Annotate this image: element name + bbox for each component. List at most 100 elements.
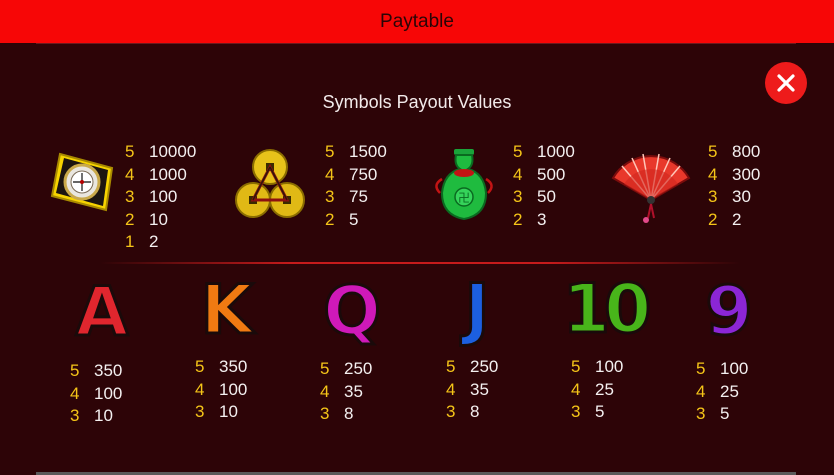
paytable-vase: 5 1000 4 500 3 50 23	[513, 141, 575, 231]
pay-count: 5	[325, 142, 335, 161]
pay-value: 350	[219, 357, 248, 376]
coins-icon	[234, 148, 306, 224]
paytable-title: Paytable	[380, 10, 454, 32]
pay-row: 22	[708, 209, 760, 232]
pay-row: 38	[320, 403, 372, 426]
pay-count: 5	[708, 142, 718, 161]
pay-count: 4	[696, 381, 706, 401]
pay-count: 2	[325, 209, 335, 229]
pay-value: 10	[94, 406, 113, 425]
pay-value: 100	[219, 379, 248, 399]
jack-icon: J	[463, 269, 491, 351]
pay-count: 3	[446, 402, 456, 421]
paytable-nine: 5 100 4 25 3 5	[696, 358, 748, 426]
pay-row: 4 500	[513, 164, 575, 187]
pay-row: 4 100	[195, 379, 247, 402]
pay-count: 4	[571, 379, 581, 399]
pay-row: 5 1000	[513, 141, 575, 164]
pay-count: 2	[513, 209, 523, 229]
pay-value: 5	[349, 209, 359, 229]
pay-count: 4	[125, 164, 135, 184]
pay-count: 5	[446, 357, 456, 376]
paytable-coins: 5 1500 4 750 3 75 25	[325, 141, 387, 231]
pay-count: 5	[125, 142, 135, 161]
pay-row: 5 100	[696, 358, 748, 381]
pay-count: 3	[70, 406, 80, 425]
paytable-ten: 5 100 4 25 35	[571, 356, 623, 424]
pay-value: 250	[344, 359, 373, 378]
pay-count: 3	[325, 187, 335, 206]
pay-count: 5	[195, 357, 205, 376]
pay-value: 350	[94, 361, 123, 380]
pay-value: 5	[595, 402, 605, 421]
paytable-king: 5 350 4 100 3 10	[195, 356, 247, 424]
pay-count: 3	[195, 402, 205, 421]
pay-value: 75	[349, 187, 368, 206]
pay-row: 5 10000	[125, 141, 196, 164]
pay-row: 5 250	[446, 356, 498, 379]
pay-row: 12	[125, 231, 196, 254]
pay-count: 5	[696, 359, 706, 378]
pay-value: 1000	[149, 164, 187, 184]
pay-count: 4	[513, 164, 523, 184]
pay-row: 4 35	[446, 379, 498, 402]
pay-count: 5	[320, 359, 330, 378]
pay-row: 5 250	[320, 358, 372, 381]
paytable-fan: 5 800 4 300 3 30 22	[708, 141, 760, 231]
king-icon: K	[199, 270, 255, 352]
pay-value: 1000	[537, 142, 575, 161]
pay-value: 2	[149, 232, 159, 251]
pay-value: 250	[470, 357, 499, 376]
pay-row: 4 1000	[125, 164, 196, 187]
pay-row: 23	[513, 209, 575, 232]
pay-value: 25	[595, 379, 614, 399]
pay-row: 4 35	[320, 381, 372, 404]
header-divider	[36, 43, 796, 44]
pay-row: 3 75	[325, 186, 387, 209]
pay-value: 3	[537, 209, 547, 229]
pay-count: 3	[696, 404, 706, 423]
pay-value: 8	[470, 402, 480, 421]
pay-row: 4 300	[708, 164, 760, 187]
pay-value: 10000	[149, 142, 197, 161]
pay-count: 4	[325, 164, 335, 184]
pay-value: 35	[344, 381, 363, 401]
pay-count: 3	[571, 402, 581, 421]
pay-row: 35	[571, 401, 623, 424]
pay-count: 1	[125, 232, 135, 251]
pay-row: 5 350	[195, 356, 247, 379]
section-divider	[100, 262, 740, 264]
ten-icon: 10	[561, 269, 653, 351]
compass-icon	[50, 146, 118, 214]
pay-value: 300	[732, 164, 761, 184]
paytable-ace: 5 350 4 100 3 10	[70, 360, 122, 428]
pay-count: 3	[320, 404, 330, 423]
pay-count: 3	[708, 187, 718, 206]
pay-count: 5	[571, 357, 581, 376]
pay-row: 5 800	[708, 141, 760, 164]
pay-value: 2	[732, 209, 742, 229]
pay-row: 3 50	[513, 186, 575, 209]
pay-row: 5 350	[70, 360, 122, 383]
paytable-jack: 5 250 4 35 38	[446, 356, 498, 424]
pay-value: 100	[720, 359, 749, 378]
pay-value: 100	[595, 357, 624, 376]
pay-count: 4	[70, 383, 80, 403]
pay-row: 4 25	[696, 381, 748, 404]
pay-count: 2	[708, 209, 718, 229]
pay-value: 50	[537, 187, 556, 206]
pay-row: 3 10	[70, 405, 122, 428]
pay-value: 25	[720, 381, 739, 401]
pay-row: 25	[325, 209, 387, 232]
pay-count: 4	[195, 379, 205, 399]
pay-value: 1500	[349, 142, 387, 161]
paytable-header: Paytable	[0, 0, 834, 43]
pay-row: 5 1500	[325, 141, 387, 164]
pay-row: 38	[446, 401, 498, 424]
pay-count: 3	[125, 187, 135, 206]
pay-row: 4 750	[325, 164, 387, 187]
nine-icon: 9	[704, 271, 754, 353]
pay-row: 5 100	[571, 356, 623, 379]
ace-icon: A	[74, 272, 130, 354]
pay-count: 2	[125, 209, 135, 229]
